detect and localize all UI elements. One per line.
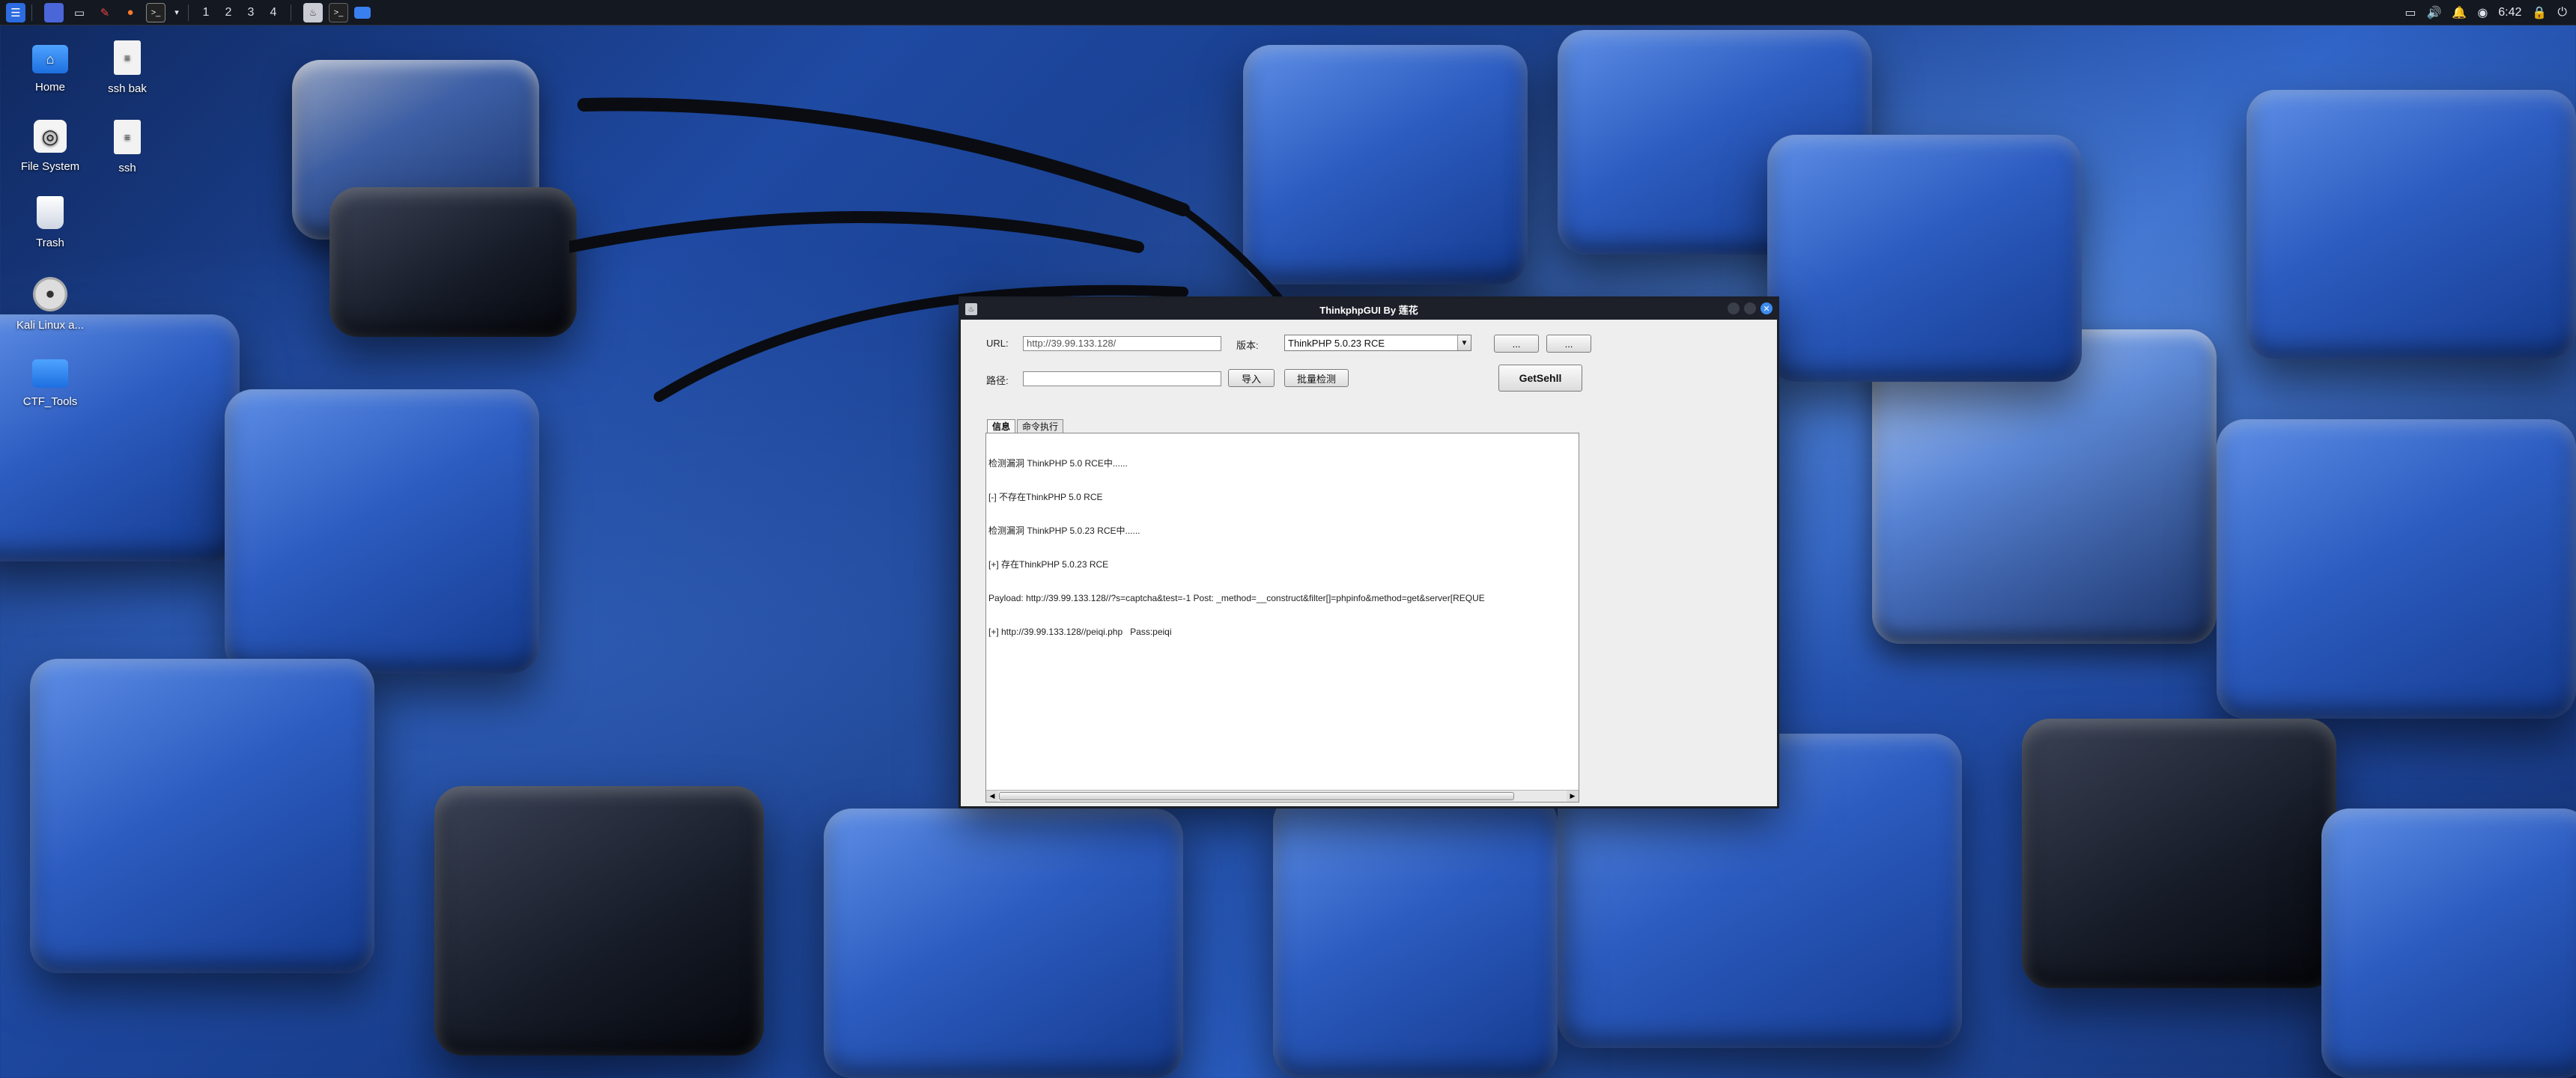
divider <box>31 4 32 21</box>
desktop-icon-label: ssh bak <box>108 82 147 95</box>
log-line: [-] 不存在ThinkPHP 5.0 RCE <box>988 492 1103 502</box>
batch-check-button[interactable]: 批量检测 <box>1284 369 1349 387</box>
close-button[interactable]: ✕ <box>1761 302 1772 314</box>
scroll-right-icon[interactable]: ▶ <box>1567 791 1579 802</box>
text-editor-icon[interactable]: ✎ <box>95 3 115 22</box>
maximize-button[interactable] <box>1744 302 1756 314</box>
window-title: ThinkphpGUI By 莲花 <box>1319 304 1418 316</box>
output-log-area[interactable]: 检测漏洞 ThinkPHP 5.0 RCE中...... [-] 不存在Thin… <box>985 433 1579 803</box>
workspace-3[interactable]: 3 <box>240 1 262 24</box>
power-icon[interactable]: ⏻ <box>2557 6 2567 19</box>
lock-icon[interactable]: 🔒 <box>2532 5 2547 20</box>
scrollbar-thumb[interactable] <box>999 792 1514 800</box>
desktop-icon-label: File System <box>20 160 80 173</box>
drive-icon: ◎ <box>34 120 67 153</box>
notification-bell-icon[interactable]: 🔔 <box>2452 5 2467 20</box>
thinkphp-gui-window: ♨ ThinkphpGUI By 莲花 ✕ URL: http://39.99.… <box>959 296 1779 808</box>
file-icon: ≡ <box>114 40 141 75</box>
chevron-down-icon[interactable]: ▼ <box>1457 335 1471 350</box>
tab-bar: 信息 命令执行 <box>987 419 1065 433</box>
desktop-home[interactable]: ⌂ Home <box>9 45 91 94</box>
battery-icon[interactable]: ◉ <box>2477 5 2488 20</box>
browse-button-2[interactable]: ... <box>1546 335 1591 353</box>
folder-taskbar-icon[interactable] <box>354 6 371 19</box>
file-icon: ≡ <box>114 120 141 154</box>
trash-icon <box>37 196 64 229</box>
log-line: [+] 存在ThinkPHP 5.0.23 RCE <box>988 559 1109 570</box>
log-line: 检测漏洞 ThinkPHP 5.0.23 RCE中...... <box>988 526 1140 536</box>
firefox-icon[interactable]: ● <box>121 3 140 22</box>
desktop-icon-label: ssh <box>118 162 136 174</box>
desktop-icon-label: CTF_Tools <box>22 395 78 408</box>
scroll-left-icon[interactable]: ◀ <box>986 791 998 802</box>
java-app-taskbar-icon[interactable]: ♨ <box>303 2 323 22</box>
desktop-ssh-bak[interactable]: ≡ ssh bak <box>86 40 168 95</box>
log-line: Payload: http://39.99.133.128//?s=captch… <box>988 593 1485 603</box>
desktop-icon-label: Trash <box>36 237 64 249</box>
chevron-down-icon[interactable]: ▾ <box>171 3 182 22</box>
url-input[interactable]: http://39.99.133.128/ <box>1023 336 1221 351</box>
clock[interactable]: 6:42 <box>2498 6 2521 19</box>
desktop-icon[interactable] <box>44 2 64 22</box>
version-select-value: ThinkPHP 5.0.23 RCE <box>1288 337 1385 349</box>
log-content: 检测漏洞 ThinkPHP 5.0 RCE中...... [-] 不存在Thin… <box>986 433 1579 660</box>
top-panel: ☰ ▭ ✎ ● >_ ▾ 1 2 3 4 ♨ >_ ▭ 🔊 🔔 ◉ 6:42 🔒… <box>0 0 2576 25</box>
log-line: 检测漏洞 ThinkPHP 5.0 RCE中...... <box>988 458 1128 469</box>
workspace-1[interactable]: 1 <box>195 1 217 24</box>
terminal-icon[interactable]: >_ <box>146 2 165 22</box>
desktop-ssh[interactable]: ≡ ssh <box>86 120 168 174</box>
workspace-4[interactable]: 4 <box>262 1 285 24</box>
log-line: [+] http://39.99.133.128//peiqi.php Pass… <box>988 627 1172 637</box>
folder-icon <box>32 359 68 388</box>
home-folder-icon: ⌂ <box>32 45 68 73</box>
window-body: URL: http://39.99.133.128/ 版本: ThinkPHP … <box>961 320 1777 806</box>
window-titlebar[interactable]: ♨ ThinkphpGUI By 莲花 ✕ <box>961 299 1777 320</box>
desktop-icon-label: Kali Linux a... <box>16 319 85 332</box>
desktop-ctf-tools[interactable]: CTF_Tools <box>9 359 91 408</box>
path-input[interactable] <box>1023 371 1221 386</box>
desktop-file-system[interactable]: ◎ File System <box>9 120 91 173</box>
url-label: URL: <box>986 338 1009 349</box>
volume-icon[interactable]: 🔊 <box>2426 5 2441 20</box>
import-button[interactable]: 导入 <box>1228 369 1275 387</box>
workspace-2[interactable]: 2 <box>217 1 240 24</box>
divider <box>188 4 189 21</box>
disc-icon <box>33 277 67 311</box>
version-label: 版本: <box>1236 340 1259 351</box>
tab-command-exec[interactable]: 命令执行 <box>1017 419 1064 433</box>
file-manager-icon[interactable]: ▭ <box>70 3 89 22</box>
kali-menu-icon[interactable]: ☰ <box>6 2 25 22</box>
desktop-icon-label: Home <box>34 81 65 94</box>
horizontal-scrollbar[interactable]: ◀ ▶ <box>986 790 1579 802</box>
minimize-button[interactable] <box>1728 302 1740 314</box>
desktop-kali-linux[interactable]: Kali Linux a... <box>9 277 91 332</box>
getshell-button[interactable]: GetSehll <box>1498 365 1582 392</box>
tab-info[interactable]: 信息 <box>987 419 1016 433</box>
browse-button-1[interactable]: ... <box>1494 335 1539 353</box>
path-label: 路径: <box>986 375 1009 386</box>
screen-icon[interactable]: ▭ <box>2405 5 2416 20</box>
terminal-taskbar-icon[interactable]: >_ <box>329 2 348 22</box>
desktop-trash[interactable]: Trash <box>9 196 91 249</box>
version-select[interactable]: ThinkPHP 5.0.23 RCE ▼ <box>1284 335 1471 351</box>
